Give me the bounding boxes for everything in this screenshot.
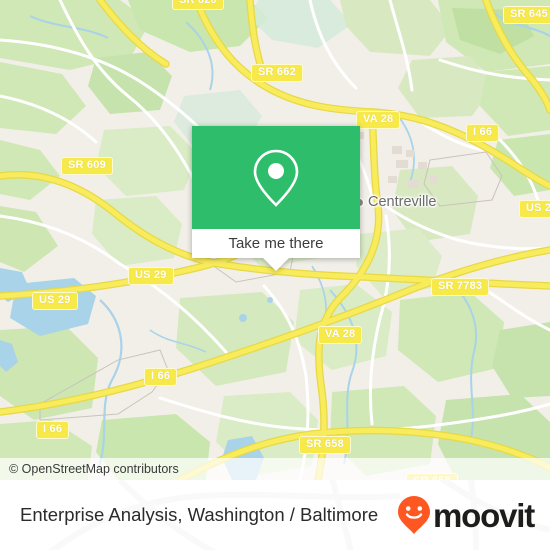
footer-bar: Enterprise Analysis, Washington / Baltim… (0, 480, 550, 550)
road-shield: US 29 (519, 200, 550, 218)
moovit-map-screenshot: Centreville SR 620 SR 645 SR 662 VA 28 I… (0, 0, 550, 550)
road-shield: VA 28 (318, 326, 363, 344)
road-shield: SR 7783 (431, 278, 490, 296)
location-popup-card[interactable]: Take me there (192, 126, 360, 271)
road-shield: SR 609 (61, 157, 113, 175)
map-canvas[interactable]: Centreville SR 620 SR 645 SR 662 VA 28 I… (0, 0, 550, 480)
road-shield: VA 28 (356, 111, 401, 129)
road-shield: SR 658 (299, 436, 351, 454)
road-shield: I 66 (144, 368, 178, 386)
road-shield: SR 620 (172, 0, 224, 10)
road-shield: I 66 (466, 124, 500, 142)
moovit-smiley-pin-icon (398, 496, 431, 534)
popup-tail (263, 258, 289, 271)
page-title: Enterprise Analysis, Washington / Baltim… (20, 504, 379, 525)
moovit-wordmark: moovit (433, 496, 535, 534)
place-name: Centreville (368, 194, 437, 210)
moovit-brand[interactable]: moovit (396, 495, 535, 535)
road-shield: US 29 (32, 292, 78, 310)
take-me-there-label: Take me there (228, 235, 324, 252)
map-pin-icon (253, 149, 299, 207)
road-shield: SR 662 (251, 64, 303, 82)
road-shield: SR 645 (503, 6, 550, 24)
popup-action-area[interactable]: Take me there (192, 229, 360, 271)
road-shield: I 66 (36, 421, 70, 439)
road-shield: US 29 (128, 267, 174, 285)
osm-attribution[interactable]: © OpenStreetMap contributors (0, 458, 550, 480)
place-label-centreville: Centreville (356, 194, 437, 210)
popup-icon-area (192, 126, 360, 229)
